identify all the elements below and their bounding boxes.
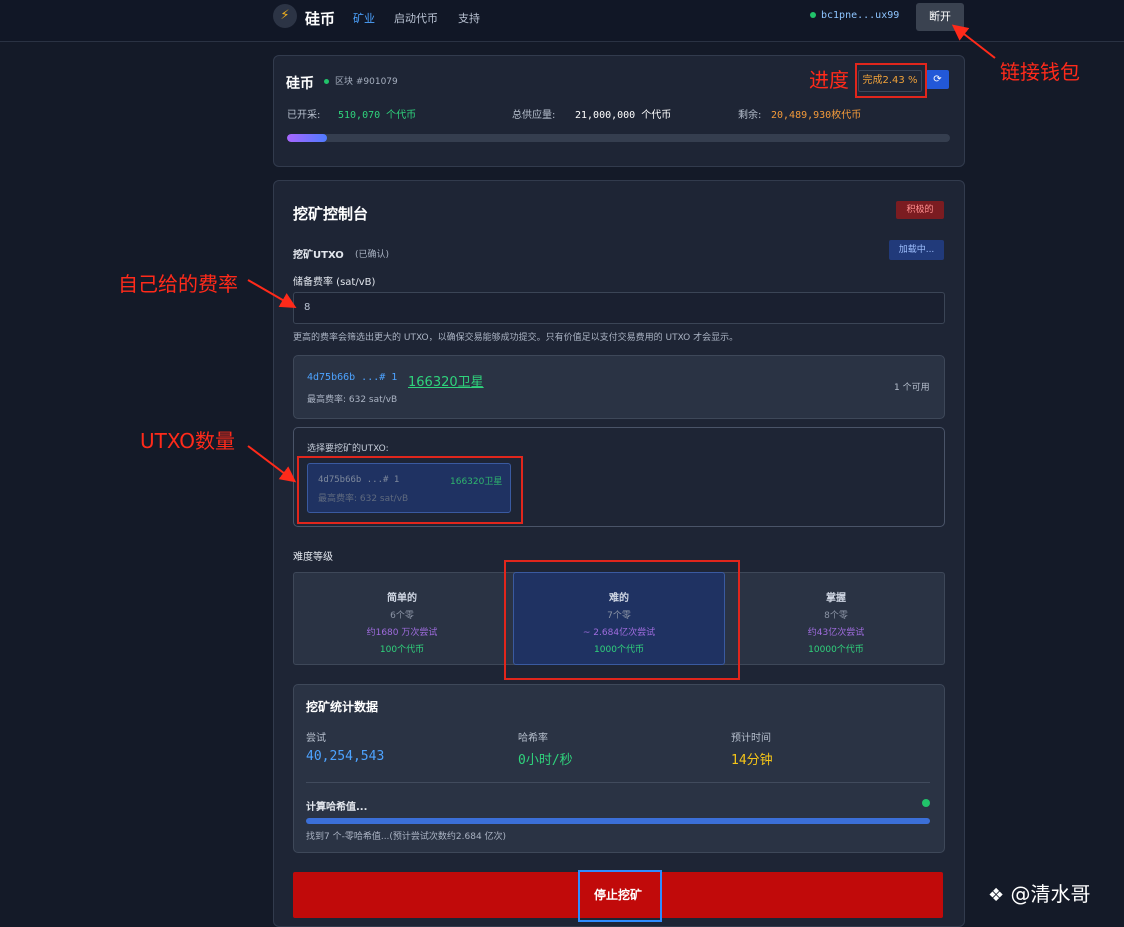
arrow-fee-icon	[247, 279, 297, 309]
annotation-arrows	[247, 24, 996, 483]
arrow-utxo-icon	[247, 445, 297, 483]
watermark-text: @清水哥	[1010, 882, 1091, 906]
watermark: ❖ @清水哥	[988, 878, 1091, 907]
arrow-wallet-icon	[951, 24, 996, 59]
diamond-logo-icon: ❖	[988, 885, 1005, 906]
